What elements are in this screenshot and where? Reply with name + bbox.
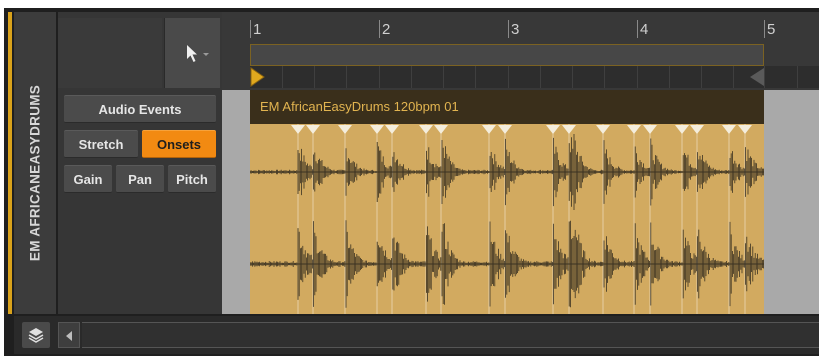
bar-number: 2 (382, 21, 391, 38)
clip-waveform[interactable] (250, 124, 764, 314)
inspector-panel: Audio Events Stretch Onsets Gain Pan Pit… (58, 12, 222, 314)
clip-header[interactable]: EM AfricanEasyDrums 120bpm 01 (250, 90, 764, 124)
lane-post-area (764, 90, 819, 314)
onset-marker[interactable] (675, 125, 689, 134)
onset-marker[interactable] (291, 125, 305, 134)
bar-tick (508, 20, 509, 38)
onset-marker[interactable] (627, 125, 641, 134)
onset-lines (297, 124, 746, 314)
clip-ruler[interactable] (250, 66, 819, 88)
bar-tick (379, 20, 380, 38)
bar-tick (764, 20, 765, 38)
horizontal-scrollbar[interactable] (82, 322, 819, 348)
onset-marker[interactable] (306, 125, 320, 134)
timeline-ruler[interactable]: 1 2 3 4 5 (222, 12, 819, 90)
bar-tick (250, 20, 251, 38)
onset-marker[interactable] (385, 125, 399, 134)
onset-marker[interactable] (498, 125, 512, 134)
track-color-strip (8, 12, 12, 314)
inspector-top-area (58, 18, 162, 88)
onset-marker[interactable] (596, 125, 610, 134)
clip-start-marker-icon[interactable] (250, 66, 270, 88)
scroll-left-button[interactable] (58, 322, 80, 348)
app-window: EM AFRICANEASYDRUMS Audio Events Stretch… (0, 0, 819, 358)
onsets-button[interactable]: Onsets (142, 130, 216, 158)
chevron-down-icon (203, 53, 209, 56)
onset-marker[interactable] (722, 125, 736, 134)
clip-name-label: EM AfricanEasyDrums 120bpm 01 (260, 99, 459, 114)
onset-marker[interactable] (482, 125, 496, 134)
bar-tick (637, 20, 638, 38)
clip-end-marker-icon[interactable] (746, 66, 766, 88)
onset-marker[interactable] (562, 125, 576, 134)
onset-marker[interactable] (338, 125, 352, 134)
onset-marker[interactable] (690, 125, 704, 134)
bottom-toolbar (14, 316, 819, 354)
gain-button[interactable]: Gain (64, 165, 112, 193)
onset-marker[interactable] (546, 125, 560, 134)
arrangement-lane[interactable]: EM AfricanEasyDrums 120bpm 01 (222, 90, 819, 314)
onset-marker[interactable] (419, 125, 433, 134)
layers-icon (28, 328, 44, 343)
onset-marker[interactable] (738, 125, 752, 134)
loop-region[interactable] (250, 44, 764, 66)
lane-pre-area (222, 90, 250, 314)
onset-markers (291, 125, 752, 134)
arrow-left-icon (66, 331, 72, 341)
onset-marker[interactable] (434, 125, 448, 134)
bar-number: 1 (253, 21, 262, 38)
bar-number: 5 (767, 21, 776, 38)
pan-button[interactable]: Pan (116, 165, 164, 193)
bar-number: 4 (640, 21, 649, 38)
audio-clip[interactable]: EM AfricanEasyDrums 120bpm 01 (250, 90, 764, 314)
layers-button[interactable] (22, 322, 50, 348)
pitch-button[interactable]: Pitch (168, 165, 216, 193)
stretch-button[interactable]: Stretch (64, 130, 138, 158)
bar-number: 3 (511, 21, 520, 38)
waveform-channels (250, 134, 764, 308)
pointer-arrow-icon (187, 45, 209, 62)
onset-marker[interactable] (370, 125, 384, 134)
tool-select-button[interactable] (164, 18, 220, 88)
track-name-label: EM AFRICANEASYDRUMS (27, 84, 43, 262)
audio-events-button[interactable]: Audio Events (64, 95, 216, 123)
onset-marker[interactable] (643, 125, 657, 134)
track-header[interactable]: EM AFRICANEASYDRUMS (14, 12, 56, 314)
